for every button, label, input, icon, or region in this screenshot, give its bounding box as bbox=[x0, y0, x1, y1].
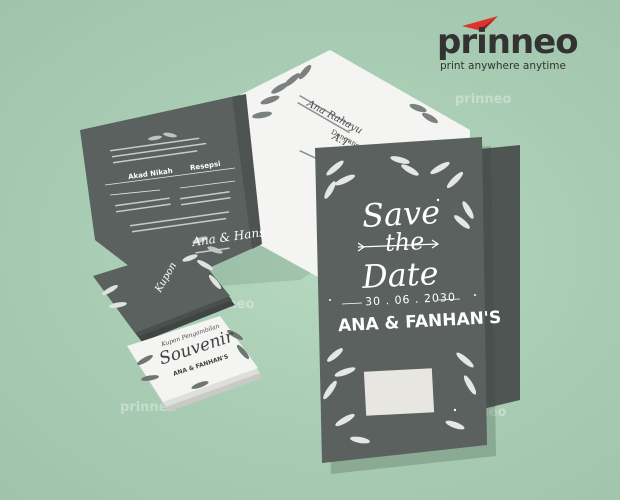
business-card-stacks bbox=[93, 246, 262, 412]
product-mockup-scene: prinneo prinneo prinneo prinneo prinneo … bbox=[0, 0, 620, 500]
